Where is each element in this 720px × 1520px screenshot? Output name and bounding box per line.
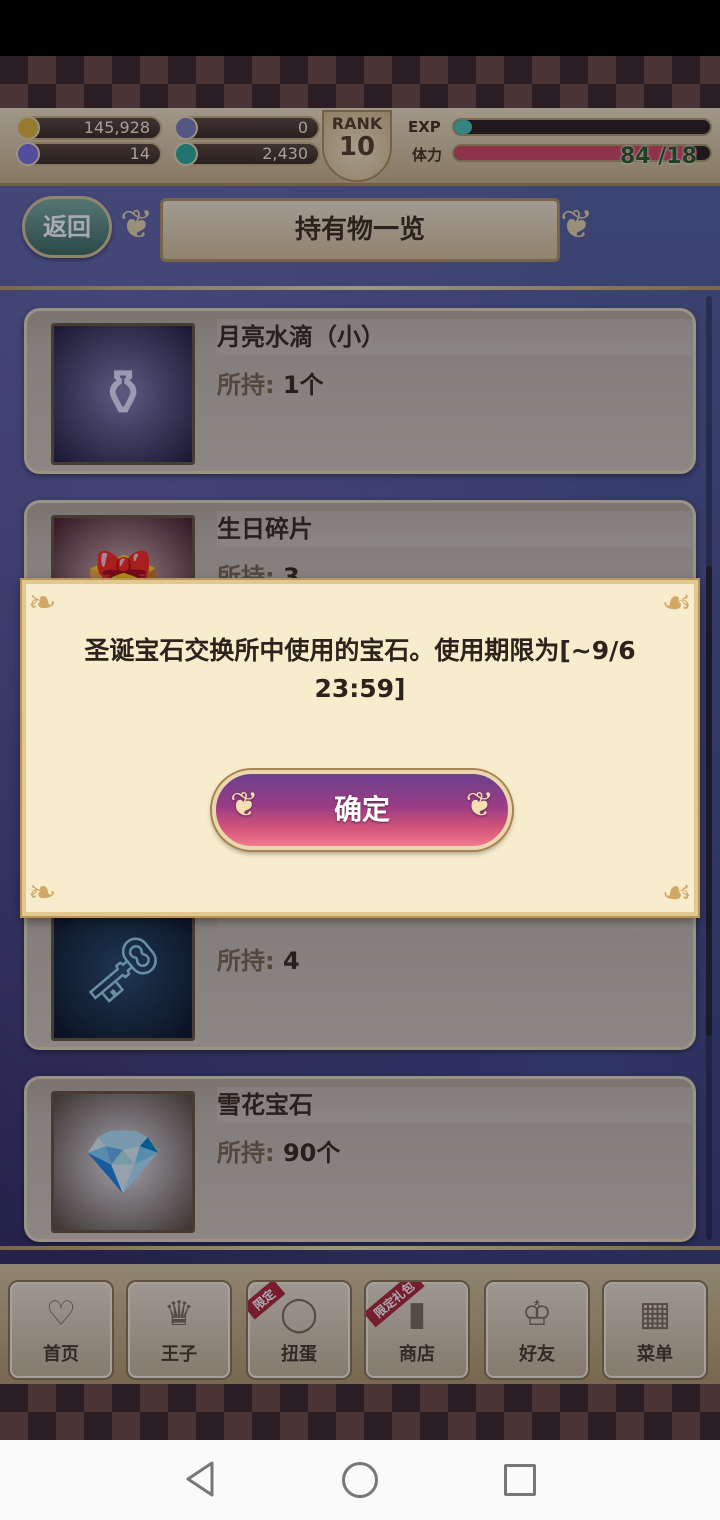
item-info-dialog: ❧ ☙ ❧ ☙ 圣诞宝石交换所中使用的宝石。使用期限为[~9/6 23:59] … (22, 580, 698, 916)
confirm-label: 确定 (333, 793, 390, 826)
status-bar (0, 0, 720, 56)
dialog-message-line1: 圣诞宝石交换所中使用的宝石。使用期限为[~9/6 (84, 636, 636, 665)
swirl-right-icon: ❦ (465, 785, 495, 825)
corner-flourish-icon: ☙ (661, 583, 692, 623)
dialog-message-line2: 23:59] (314, 674, 406, 703)
back-triangle-icon[interactable] (184, 1460, 216, 1498)
recents-square-icon[interactable] (504, 1464, 536, 1496)
home-circle-icon[interactable] (342, 1462, 378, 1498)
confirm-button[interactable]: ❦ 确定 ❦ (212, 770, 512, 850)
corner-flourish-icon: ❧ (28, 873, 57, 913)
corner-flourish-icon: ❧ (28, 583, 57, 623)
system-navigation-bar (0, 1440, 720, 1520)
corner-flourish-icon: ☙ (661, 873, 692, 913)
dialog-message: 圣诞宝石交换所中使用的宝石。使用期限为[~9/6 23:59] (66, 632, 654, 708)
swirl-left-icon: ❦ (230, 785, 259, 825)
